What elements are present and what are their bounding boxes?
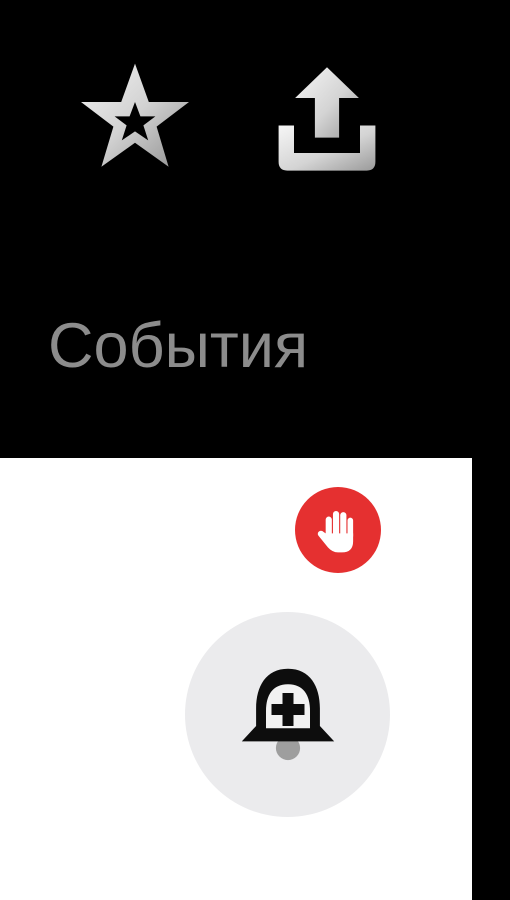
star-icon xyxy=(81,63,189,167)
screen: События xyxy=(0,0,510,900)
hand-stop-icon xyxy=(317,510,354,553)
share-button[interactable] xyxy=(262,55,392,185)
section-title: События xyxy=(48,311,309,381)
bell-plus-icon xyxy=(241,668,334,760)
share-upload-icon xyxy=(278,67,376,171)
top-toolbar xyxy=(0,0,510,240)
block-button[interactable] xyxy=(295,487,381,573)
favorite-button[interactable] xyxy=(70,55,200,185)
subscribe-bell-button[interactable] xyxy=(185,612,390,817)
